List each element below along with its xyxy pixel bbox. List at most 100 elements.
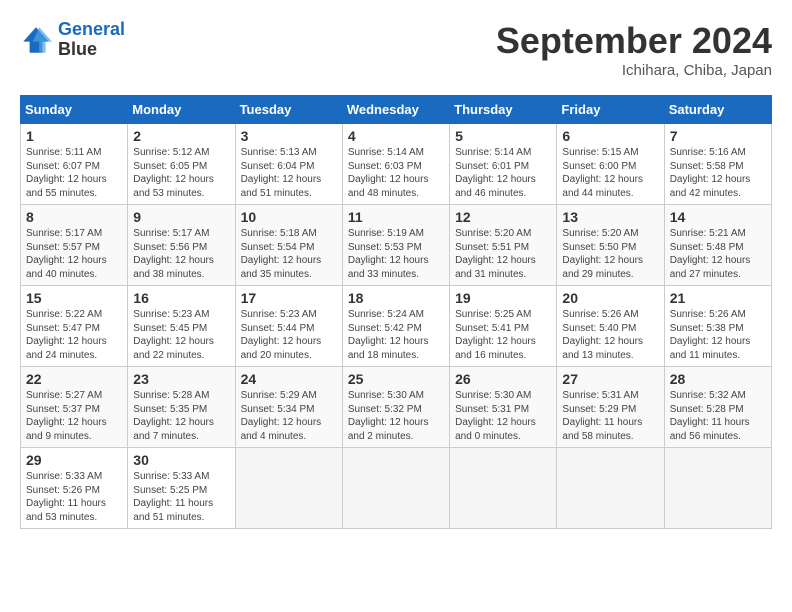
col-wednesday: Wednesday — [342, 96, 449, 124]
day-info: Sunrise: 5:16 AM Sunset: 5:58 PM Dayligh… — [670, 146, 766, 200]
month-title: September 2024 — [496, 20, 772, 62]
day-number: 14 — [670, 209, 766, 225]
logo-icon — [20, 24, 52, 56]
day-number: 12 — [455, 209, 551, 225]
day-cell-3: 3 Sunrise: 5:13 AM Sunset: 6:04 PM Dayli… — [235, 124, 342, 205]
day-number: 20 — [562, 290, 658, 306]
empty-cell — [664, 448, 771, 529]
day-info: Sunrise: 5:20 AM Sunset: 5:51 PM Dayligh… — [455, 227, 551, 281]
day-cell-17: 17 Sunrise: 5:23 AM Sunset: 5:44 PM Dayl… — [235, 286, 342, 367]
day-cell-29: 29 Sunrise: 5:33 AM Sunset: 5:26 PM Dayl… — [21, 448, 128, 529]
day-cell-24: 24 Sunrise: 5:29 AM Sunset: 5:34 PM Dayl… — [235, 367, 342, 448]
day-info: Sunrise: 5:21 AM Sunset: 5:48 PM Dayligh… — [670, 227, 766, 281]
day-cell-30: 30 Sunrise: 5:33 AM Sunset: 5:25 PM Dayl… — [128, 448, 235, 529]
day-number: 9 — [133, 209, 229, 225]
day-info: Sunrise: 5:22 AM Sunset: 5:47 PM Dayligh… — [26, 308, 122, 362]
calendar-week-3: 15 Sunrise: 5:22 AM Sunset: 5:47 PM Dayl… — [21, 286, 772, 367]
day-cell-2: 2 Sunrise: 5:12 AM Sunset: 6:05 PM Dayli… — [128, 124, 235, 205]
day-info: Sunrise: 5:24 AM Sunset: 5:42 PM Dayligh… — [348, 308, 444, 362]
day-number: 3 — [241, 128, 337, 144]
calendar-week-2: 8 Sunrise: 5:17 AM Sunset: 5:57 PM Dayli… — [21, 205, 772, 286]
day-number: 21 — [670, 290, 766, 306]
day-cell-23: 23 Sunrise: 5:28 AM Sunset: 5:35 PM Dayl… — [128, 367, 235, 448]
day-number: 25 — [348, 371, 444, 387]
day-info: Sunrise: 5:18 AM Sunset: 5:54 PM Dayligh… — [241, 227, 337, 281]
col-thursday: Thursday — [450, 96, 557, 124]
day-info: Sunrise: 5:17 AM Sunset: 5:56 PM Dayligh… — [133, 227, 229, 281]
day-info: Sunrise: 5:13 AM Sunset: 6:04 PM Dayligh… — [241, 146, 337, 200]
day-cell-14: 14 Sunrise: 5:21 AM Sunset: 5:48 PM Dayl… — [664, 205, 771, 286]
day-cell-12: 12 Sunrise: 5:20 AM Sunset: 5:51 PM Dayl… — [450, 205, 557, 286]
day-info: Sunrise: 5:17 AM Sunset: 5:57 PM Dayligh… — [26, 227, 122, 281]
day-info: Sunrise: 5:15 AM Sunset: 6:00 PM Dayligh… — [562, 146, 658, 200]
day-cell-11: 11 Sunrise: 5:19 AM Sunset: 5:53 PM Dayl… — [342, 205, 449, 286]
day-number: 8 — [26, 209, 122, 225]
day-number: 16 — [133, 290, 229, 306]
empty-cell — [342, 448, 449, 529]
day-info: Sunrise: 5:14 AM Sunset: 6:03 PM Dayligh… — [348, 146, 444, 200]
logo-line2: Blue — [58, 40, 125, 60]
day-info: Sunrise: 5:25 AM Sunset: 5:41 PM Dayligh… — [455, 308, 551, 362]
day-cell-13: 13 Sunrise: 5:20 AM Sunset: 5:50 PM Dayl… — [557, 205, 664, 286]
calendar-table: Sunday Monday Tuesday Wednesday Thursday… — [20, 95, 772, 529]
day-cell-28: 28 Sunrise: 5:32 AM Sunset: 5:28 PM Dayl… — [664, 367, 771, 448]
day-cell-7: 7 Sunrise: 5:16 AM Sunset: 5:58 PM Dayli… — [664, 124, 771, 205]
day-info: Sunrise: 5:27 AM Sunset: 5:37 PM Dayligh… — [26, 389, 122, 443]
day-info: Sunrise: 5:23 AM Sunset: 5:44 PM Dayligh… — [241, 308, 337, 362]
calendar-header-row: Sunday Monday Tuesday Wednesday Thursday… — [21, 96, 772, 124]
day-cell-21: 21 Sunrise: 5:26 AM Sunset: 5:38 PM Dayl… — [664, 286, 771, 367]
day-number: 23 — [133, 371, 229, 387]
day-cell-16: 16 Sunrise: 5:23 AM Sunset: 5:45 PM Dayl… — [128, 286, 235, 367]
col-sunday: Sunday — [21, 96, 128, 124]
day-number: 29 — [26, 452, 122, 468]
day-number: 22 — [26, 371, 122, 387]
col-tuesday: Tuesday — [235, 96, 342, 124]
day-cell-22: 22 Sunrise: 5:27 AM Sunset: 5:37 PM Dayl… — [21, 367, 128, 448]
day-number: 19 — [455, 290, 551, 306]
day-number: 7 — [670, 128, 766, 144]
logo-line1: General — [58, 19, 125, 39]
day-cell-9: 9 Sunrise: 5:17 AM Sunset: 5:56 PM Dayli… — [128, 205, 235, 286]
day-number: 2 — [133, 128, 229, 144]
day-info: Sunrise: 5:31 AM Sunset: 5:29 PM Dayligh… — [562, 389, 658, 443]
day-info: Sunrise: 5:29 AM Sunset: 5:34 PM Dayligh… — [241, 389, 337, 443]
day-cell-1: 1 Sunrise: 5:11 AM Sunset: 6:07 PM Dayli… — [21, 124, 128, 205]
col-saturday: Saturday — [664, 96, 771, 124]
day-cell-8: 8 Sunrise: 5:17 AM Sunset: 5:57 PM Dayli… — [21, 205, 128, 286]
calendar-week-4: 22 Sunrise: 5:27 AM Sunset: 5:37 PM Dayl… — [21, 367, 772, 448]
day-info: Sunrise: 5:30 AM Sunset: 5:31 PM Dayligh… — [455, 389, 551, 443]
day-number: 11 — [348, 209, 444, 225]
day-cell-20: 20 Sunrise: 5:26 AM Sunset: 5:40 PM Dayl… — [557, 286, 664, 367]
day-number: 17 — [241, 290, 337, 306]
calendar-week-1: 1 Sunrise: 5:11 AM Sunset: 6:07 PM Dayli… — [21, 124, 772, 205]
day-info: Sunrise: 5:19 AM Sunset: 5:53 PM Dayligh… — [348, 227, 444, 281]
day-info: Sunrise: 5:11 AM Sunset: 6:07 PM Dayligh… — [26, 146, 122, 200]
day-cell-26: 26 Sunrise: 5:30 AM Sunset: 5:31 PM Dayl… — [450, 367, 557, 448]
day-cell-27: 27 Sunrise: 5:31 AM Sunset: 5:29 PM Dayl… — [557, 367, 664, 448]
day-number: 13 — [562, 209, 658, 225]
day-number: 6 — [562, 128, 658, 144]
day-number: 10 — [241, 209, 337, 225]
col-friday: Friday — [557, 96, 664, 124]
day-cell-5: 5 Sunrise: 5:14 AM Sunset: 6:01 PM Dayli… — [450, 124, 557, 205]
day-cell-15: 15 Sunrise: 5:22 AM Sunset: 5:47 PM Dayl… — [21, 286, 128, 367]
day-cell-25: 25 Sunrise: 5:30 AM Sunset: 5:32 PM Dayl… — [342, 367, 449, 448]
day-number: 4 — [348, 128, 444, 144]
day-number: 28 — [670, 371, 766, 387]
day-info: Sunrise: 5:26 AM Sunset: 5:40 PM Dayligh… — [562, 308, 658, 362]
day-number: 15 — [26, 290, 122, 306]
day-cell-18: 18 Sunrise: 5:24 AM Sunset: 5:42 PM Dayl… — [342, 286, 449, 367]
day-cell-4: 4 Sunrise: 5:14 AM Sunset: 6:03 PM Dayli… — [342, 124, 449, 205]
day-number: 1 — [26, 128, 122, 144]
calendar-week-5: 29 Sunrise: 5:33 AM Sunset: 5:26 PM Dayl… — [21, 448, 772, 529]
day-info: Sunrise: 5:28 AM Sunset: 5:35 PM Dayligh… — [133, 389, 229, 443]
day-number: 5 — [455, 128, 551, 144]
day-info: Sunrise: 5:32 AM Sunset: 5:28 PM Dayligh… — [670, 389, 766, 443]
logo: General Blue — [20, 20, 125, 60]
day-number: 30 — [133, 452, 229, 468]
day-info: Sunrise: 5:14 AM Sunset: 6:01 PM Dayligh… — [455, 146, 551, 200]
empty-cell — [450, 448, 557, 529]
page-header: General Blue September 2024 Ichihara, Ch… — [20, 20, 772, 79]
day-info: Sunrise: 5:30 AM Sunset: 5:32 PM Dayligh… — [348, 389, 444, 443]
day-number: 26 — [455, 371, 551, 387]
